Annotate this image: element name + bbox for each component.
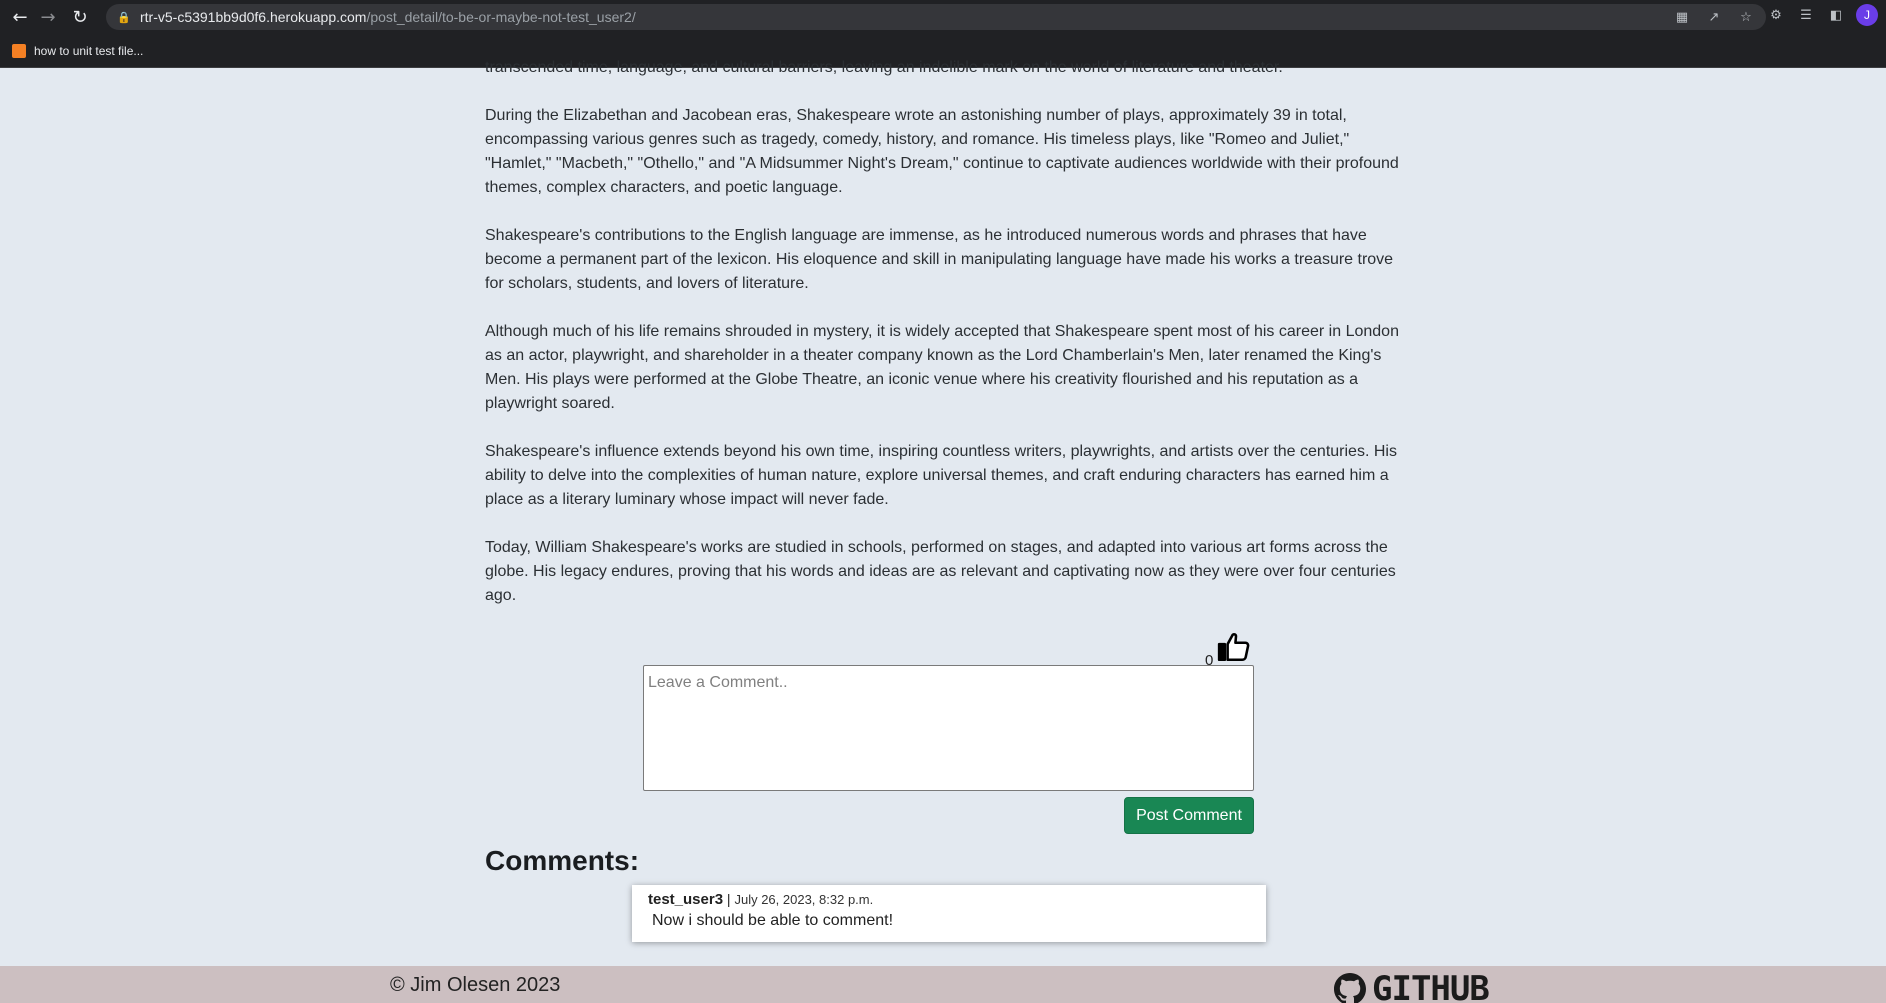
comment-separator: | xyxy=(723,891,735,907)
browser-toolbar: ← → ↻ 🔒 rtr-v5-c5391bb9d0f6.herokuapp.co… xyxy=(0,0,1886,34)
article-paragraph: transcended time, language, and cultural… xyxy=(485,59,1283,76)
extensions-icon[interactable]: ⚙ xyxy=(1766,5,1786,25)
article-paragraph: Today, William Shakespeare's works are s… xyxy=(485,539,1396,604)
post-comment-button[interactable]: Post Comment xyxy=(1124,797,1254,834)
comment-card: test_user3 | July 26, 2023, 8:32 p.m. No… xyxy=(632,885,1266,942)
article-paragraph: During the Elizabethan and Jacobean eras… xyxy=(485,107,1399,196)
side-panel-icon[interactable]: ◧ xyxy=(1826,5,1846,25)
url-host: rtr-v5-c5391bb9d0f6.herokuapp.com xyxy=(140,9,367,25)
github-link[interactable]: GITHUB xyxy=(1334,969,1490,1003)
comment-input[interactable] xyxy=(643,665,1254,791)
comments-heading: Comments: xyxy=(485,845,640,876)
comment-author: test_user3 xyxy=(648,891,724,908)
article-paragraph: Although much of his life remains shroud… xyxy=(485,323,1399,412)
article-paragraph: Shakespeare's contributions to the Engli… xyxy=(485,227,1394,292)
reload-button[interactable]: ↻ xyxy=(66,3,94,31)
reading-list-icon[interactable]: ☰ xyxy=(1796,5,1816,25)
stackoverflow-icon xyxy=(12,43,26,58)
back-button[interactable]: ← xyxy=(6,3,34,31)
site-footer: © Jim Olesen 2023 GITHUB xyxy=(0,966,1886,1003)
profile-avatar[interactable]: J xyxy=(1856,4,1878,26)
bookmark-item[interactable]: how to unit test file... xyxy=(12,43,144,58)
translate-icon[interactable]: ▦ xyxy=(1672,7,1692,27)
comment-meta: test_user3 | July 26, 2023, 8:32 p.m. xyxy=(648,891,1250,908)
address-bar[interactable]: 🔒 rtr-v5-c5391bb9d0f6.herokuapp.com/post… xyxy=(106,4,1766,30)
github-icon xyxy=(1334,973,1366,1003)
comment-date: July 26, 2023, 8:32 p.m. xyxy=(734,892,874,907)
bookmark-label: how to unit test file... xyxy=(34,43,144,58)
thumbs-up-icon[interactable] xyxy=(1217,630,1251,669)
url-path: /post_detail/to-be-or-maybe-not-test_use… xyxy=(366,9,636,25)
bookmark-star-icon[interactable]: ☆ xyxy=(1736,7,1756,27)
comment-body: Now i should be able to comment! xyxy=(652,912,894,929)
article-paragraph: Shakespeare's influence extends beyond h… xyxy=(485,443,1397,508)
share-icon[interactable]: ↗ xyxy=(1704,7,1724,27)
forward-button[interactable]: → xyxy=(34,3,62,31)
github-label: GITHUB xyxy=(1372,969,1490,1003)
copyright-text: © Jim Olesen 2023 xyxy=(390,974,561,996)
lock-icon: 🔒 xyxy=(117,10,131,24)
url-text[interactable]: rtr-v5-c5391bb9d0f6.herokuapp.com/post_d… xyxy=(140,9,636,25)
post-content: transcended time, language, and cultural… xyxy=(485,59,1405,632)
like-section: 0 xyxy=(1205,630,1251,669)
